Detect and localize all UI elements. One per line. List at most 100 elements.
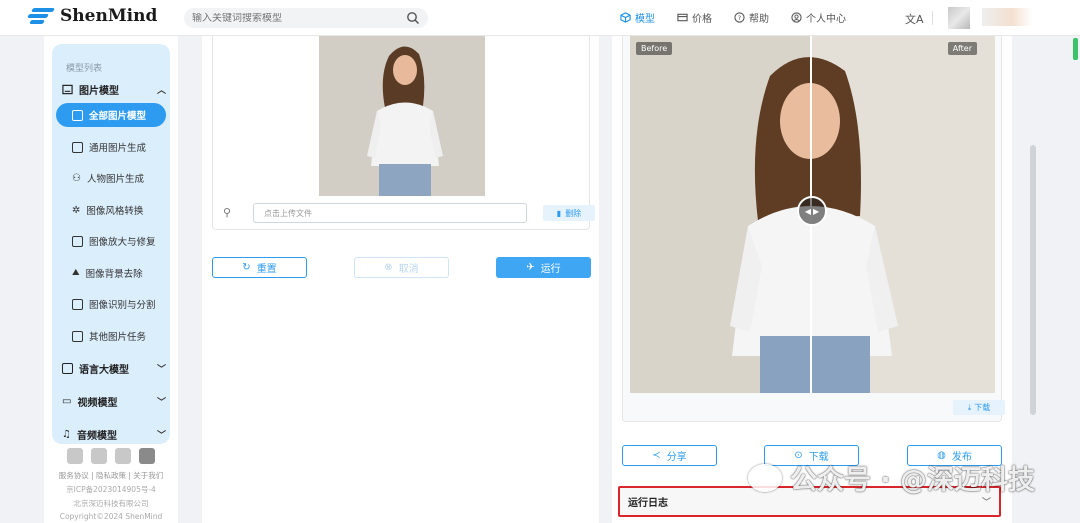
- before-after-comparison[interactable]: Before After ◀ ▶: [630, 36, 995, 393]
- bilibili-icon[interactable]: [115, 448, 131, 464]
- side-indicator: [1073, 38, 1078, 60]
- share-icon: ≺: [652, 450, 661, 461]
- icp-number: 京ICP备2023014905号-4: [66, 485, 156, 494]
- reset-button[interactable]: ↻ 重置: [212, 257, 307, 278]
- search-icon[interactable]: [406, 11, 420, 25]
- cancel-label: 取消: [398, 264, 419, 275]
- avatar[interactable]: [948, 7, 970, 29]
- user-circle-icon: [791, 12, 802, 23]
- file-upload-input[interactable]: 点击上传文件: [253, 203, 527, 223]
- translate-icon[interactable]: 文A: [905, 11, 924, 27]
- input-image-preview: [319, 36, 485, 196]
- watermark: 公众号 · @深迈科技: [748, 458, 1035, 497]
- svg-text:?: ?: [738, 14, 741, 22]
- logo-text: ShenMind: [60, 6, 158, 26]
- sidebar-item-style-transfer[interactable]: ✲ 图像风格转换: [56, 198, 166, 222]
- sidebar-item-label: 图像放大与修复: [89, 237, 156, 248]
- rocket-icon: ✈: [526, 262, 535, 273]
- cancel-button[interactable]: ⊗ 取消: [354, 257, 449, 278]
- sidebar-item-label: 人物图片生成: [86, 174, 144, 185]
- scrollbar[interactable]: [1030, 145, 1036, 415]
- upload-card: ⚲ 点击上传文件 ▮ 删除: [212, 36, 595, 230]
- image-gen-icon: [72, 141, 83, 153]
- footer-links[interactable]: 服务协议 | 隐私政策 | 关于我们: [44, 470, 178, 481]
- nav-help-label: 帮助: [749, 14, 769, 25]
- layers-icon: [72, 330, 83, 342]
- xiaohongshu-icon[interactable]: [91, 448, 107, 464]
- download-small-label: 下载: [974, 403, 991, 412]
- sidebar-item-label: 其他图片任务: [89, 332, 147, 343]
- search-box[interactable]: [184, 8, 428, 28]
- nav-profile[interactable]: 个人中心: [791, 10, 846, 25]
- sidebar-item-label: 图像背景去除: [85, 269, 143, 280]
- sidebar-group-video[interactable]: ▭ 视频模型 ﹀: [62, 394, 166, 409]
- run-label: 运行: [540, 264, 561, 275]
- audio-icon: ♫: [62, 429, 71, 440]
- sidebar-group-image-models[interactable]: 图片模型 ︿: [62, 82, 166, 97]
- nav-profile-label: 个人中心: [806, 14, 846, 25]
- sidebar-item-general-image-gen[interactable]: 通用图片生成: [56, 135, 166, 159]
- sidebar-group-label: 图片模型: [79, 86, 119, 97]
- card-icon: [677, 13, 688, 22]
- before-label: Before: [636, 42, 673, 55]
- header-divider: [932, 11, 933, 25]
- share-button[interactable]: ≺ 分享: [622, 445, 717, 466]
- arrow-left-icon: ◀: [804, 206, 811, 216]
- video-icon: ▭: [62, 396, 72, 407]
- share-label: 分享: [666, 452, 687, 463]
- chevron-down-icon: ﹀: [156, 365, 166, 375]
- cancel-circle-icon: ⊗: [384, 262, 393, 273]
- tiktok-icon[interactable]: [139, 448, 155, 464]
- sidebar-item-background-removal[interactable]: ⛰ 图像背景去除: [56, 261, 166, 285]
- logo-icon: [27, 6, 55, 26]
- nav-help[interactable]: ? 帮助: [734, 10, 769, 25]
- sidebar-group-llm[interactable]: 语言大模型 ﹀: [62, 361, 166, 376]
- user-name-blurred[interactable]: [982, 8, 1032, 26]
- sidebar-group-audio[interactable]: ♫ 音频模型 ﹀: [62, 427, 166, 442]
- nav-pricing-label: 价格: [692, 14, 712, 25]
- delete-button[interactable]: ▮ 删除: [543, 205, 595, 221]
- chevron-down-icon: ﹀: [156, 398, 166, 408]
- top-header: ShenMind 模型 价格 ? 帮助 个人中心 文A: [0, 0, 1080, 36]
- sidebar-title: 模型列表: [66, 64, 103, 74]
- chevron-down-icon: ﹀: [156, 431, 166, 441]
- sidebar-item-other-image-tasks[interactable]: 其他图片任务: [56, 324, 166, 348]
- watermark-text: 公众号 · @深迈科技: [790, 465, 1036, 496]
- refresh-icon: ↻: [242, 262, 251, 273]
- sidebar-item-label: 图像风格转换: [86, 206, 144, 217]
- upscale-icon: [72, 235, 83, 247]
- wechat-icon[interactable]: [67, 448, 83, 464]
- nav-models[interactable]: 模型: [620, 10, 655, 25]
- run-button[interactable]: ✈ 运行: [496, 257, 591, 278]
- paperclip-icon[interactable]: ⚲: [223, 206, 231, 219]
- chevron-up-icon: ︿: [156, 86, 166, 96]
- sidebar-item-label: 全部图片模型: [89, 111, 147, 122]
- sidebar-group-label: 音频模型: [76, 431, 117, 442]
- action-buttons: ↻ 重置 ⊗ 取消 ✈ 运行: [212, 257, 592, 279]
- nav-pricing[interactable]: 价格: [677, 10, 712, 25]
- arrow-right-icon: ▶: [813, 206, 820, 216]
- sidebar-item-all-image-models[interactable]: 全部图片模型: [56, 103, 166, 127]
- sidebar-item-recognition-segmentation[interactable]: 图像识别与分割: [56, 292, 166, 316]
- logo[interactable]: ShenMind: [27, 6, 158, 26]
- sidebar-footer: 服务协议 | 隐私政策 | 关于我们 京ICP备2023014905号-4 北京…: [44, 444, 178, 521]
- image-icon: [62, 84, 73, 95]
- input-panel: ⚲ 点击上传文件 ▮ 删除 ↻ 重置 ⊗ 取消 ✈ 运行: [202, 36, 599, 523]
- mountain-icon: ⛰: [72, 268, 80, 278]
- search-input[interactable]: [192, 12, 392, 24]
- sidebar-item-person-image-gen[interactable]: ⚇ 人物图片生成: [56, 166, 166, 190]
- download-small-button[interactable]: ⤓ 下载: [953, 400, 1005, 415]
- output-panel: Before After ◀ ▶ ⤓ 下载 ≺ 分享 ⊙ 下载 ◍ 发布 运行日志…: [612, 36, 1012, 523]
- compare-card: Before After ◀ ▶ ⤓ 下载: [622, 36, 1005, 422]
- company-name: 北京深迈科技有限公司: [73, 499, 149, 508]
- copyright: Copyright©2024 ShenMind: [59, 512, 163, 521]
- compare-slider-handle[interactable]: ◀ ▶: [797, 196, 827, 226]
- file-upload-row: ⚲ 点击上传文件 ▮ 删除: [223, 203, 595, 223]
- cube-icon: [620, 12, 631, 23]
- sidebar-group-label: 视频模型: [77, 398, 118, 409]
- after-label: After: [947, 42, 977, 55]
- scan-icon: [72, 298, 83, 310]
- social-links: [44, 448, 178, 464]
- download-icon: ⤓: [967, 402, 972, 412]
- sidebar-item-upscale-restore[interactable]: 图像放大与修复: [56, 229, 166, 253]
